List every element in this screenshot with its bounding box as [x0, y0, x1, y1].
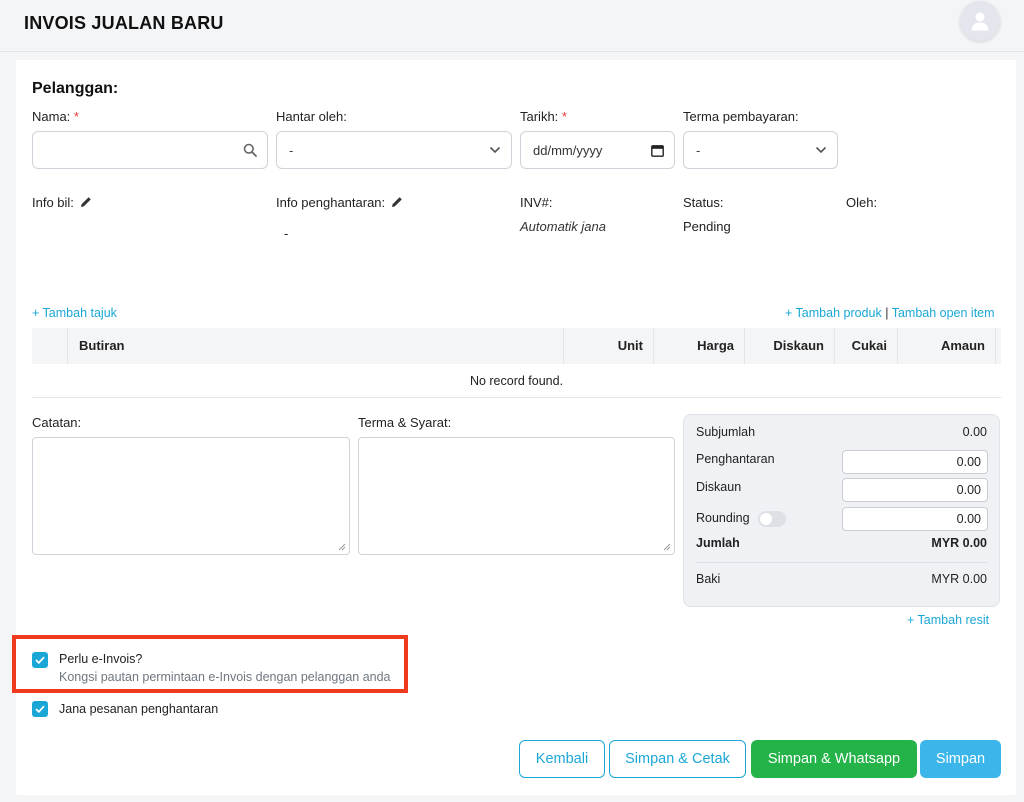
- date-label: Tarikh: *: [520, 109, 567, 124]
- row-handle-column: [32, 328, 68, 364]
- link-separator: |: [885, 306, 889, 320]
- name-label: Nama: *: [32, 109, 79, 124]
- delivery-order-label: Jana pesanan penghantaran: [59, 702, 219, 716]
- balance-label: Baki: [696, 572, 721, 586]
- totals-divider: [696, 562, 988, 563]
- date-placeholder: dd/mm/yyyy: [533, 142, 603, 158]
- checkmark-icon: [35, 705, 45, 713]
- pencil-icon[interactable]: [80, 196, 92, 208]
- delivery-info-label: Info penghantaran:: [276, 195, 403, 210]
- name-label-text: Nama:: [32, 109, 71, 124]
- discount-input[interactable]: 0.00: [842, 478, 988, 502]
- customer-section-title: Pelanggan:: [32, 80, 119, 97]
- add-heading-link[interactable]: + Tambah tajuk: [32, 306, 117, 320]
- inv-number-label: INV#:: [520, 195, 553, 210]
- delivery-order-checkbox[interactable]: [32, 701, 48, 717]
- column-header: Amaun: [898, 328, 996, 364]
- subtotal-label: Subjumlah: [696, 425, 756, 439]
- delivery-info-text: Info penghantaran:: [276, 195, 386, 210]
- discount-label: Diskaun: [696, 480, 742, 494]
- notes-label: Catatan:: [32, 415, 82, 430]
- add-product-link[interactable]: + Tambah produk: [785, 306, 882, 320]
- status-label: Status:: [683, 195, 724, 210]
- terms-textarea[interactable]: [358, 437, 675, 555]
- save-print-button[interactable]: Simpan & Cetak: [609, 740, 746, 778]
- inv-number-value: Automatik jana: [520, 219, 606, 234]
- totals-panel: Subjumlah 0.00 Penghantaran 0.00 Diskaun…: [683, 414, 1000, 607]
- search-icon[interactable]: [243, 143, 257, 157]
- subtotal-value: 0.00: [962, 425, 987, 439]
- rounding-toggle[interactable]: [758, 511, 786, 527]
- resize-handle-icon[interactable]: [663, 543, 671, 551]
- add-receipt-link[interactable]: + Tambah resit: [907, 613, 989, 627]
- back-button[interactable]: Kembali: [519, 740, 605, 778]
- pencil-icon[interactable]: [391, 196, 403, 208]
- rounding-input[interactable]: 0.00: [842, 507, 988, 531]
- payment-terms-select[interactable]: -: [683, 131, 838, 169]
- required-mark: *: [73, 109, 79, 124]
- save-whatsapp-button[interactable]: Simpan & Whatsapp: [751, 740, 917, 778]
- resize-handle-icon[interactable]: [338, 543, 346, 551]
- column-header: Unit: [564, 328, 654, 364]
- rounding-label: Rounding: [696, 511, 750, 525]
- payment-terms-value: -: [696, 142, 701, 158]
- notes-textarea[interactable]: [32, 437, 350, 555]
- column-header: Harga: [654, 328, 745, 364]
- deliver-by-label: Hantar oleh:: [276, 109, 347, 124]
- date-label-text: Tarikh:: [520, 109, 559, 124]
- empty-table-message: No record found.: [32, 364, 1001, 398]
- column-header: Butiran: [68, 328, 564, 364]
- billing-info-label: Info bil:: [32, 195, 92, 210]
- calendar-icon[interactable]: [651, 144, 664, 157]
- by-label: Oleh:: [846, 195, 878, 210]
- billing-info-text: Info bil:: [32, 195, 74, 210]
- deliver-by-value: -: [289, 142, 294, 158]
- column-header: Cukai: [835, 328, 898, 364]
- customer-name-input[interactable]: [32, 131, 268, 169]
- save-button[interactable]: Simpan: [920, 740, 1001, 778]
- items-table-header: Butiran Unit Harga Diskaun Cukai Amaun: [32, 328, 1001, 364]
- chevron-down-icon: [815, 146, 827, 154]
- highlight-box: [12, 635, 408, 693]
- required-mark: *: [561, 109, 567, 124]
- balance-value: MYR 0.00: [931, 572, 987, 586]
- item-links: + Tambah produk | Tambah open item: [785, 306, 995, 320]
- status-value: Pending: [683, 219, 731, 234]
- delivery-info-value: -: [284, 226, 289, 241]
- total-value: MYR 0.00: [931, 536, 987, 550]
- shipping-label: Penghantaran: [696, 452, 775, 466]
- user-avatar[interactable]: [960, 1, 1000, 41]
- shipping-input[interactable]: 0.00: [842, 450, 988, 474]
- add-open-item-link[interactable]: Tambah open item: [892, 306, 995, 320]
- deliver-by-select[interactable]: -: [276, 131, 512, 169]
- chevron-down-icon: [489, 146, 501, 154]
- top-bar: INVOIS JUALAN BARU: [0, 0, 1024, 52]
- total-label: Jumlah: [696, 536, 740, 550]
- toggle-knob: [760, 513, 772, 525]
- date-input[interactable]: dd/mm/yyyy: [520, 131, 675, 169]
- column-header: Diskaun: [745, 328, 835, 364]
- user-icon: [971, 12, 989, 31]
- page-title: INVOIS JUALAN BARU: [24, 13, 224, 33]
- payment-terms-label: Terma pembayaran:: [683, 109, 799, 124]
- terms-label: Terma & Syarat:: [358, 415, 452, 430]
